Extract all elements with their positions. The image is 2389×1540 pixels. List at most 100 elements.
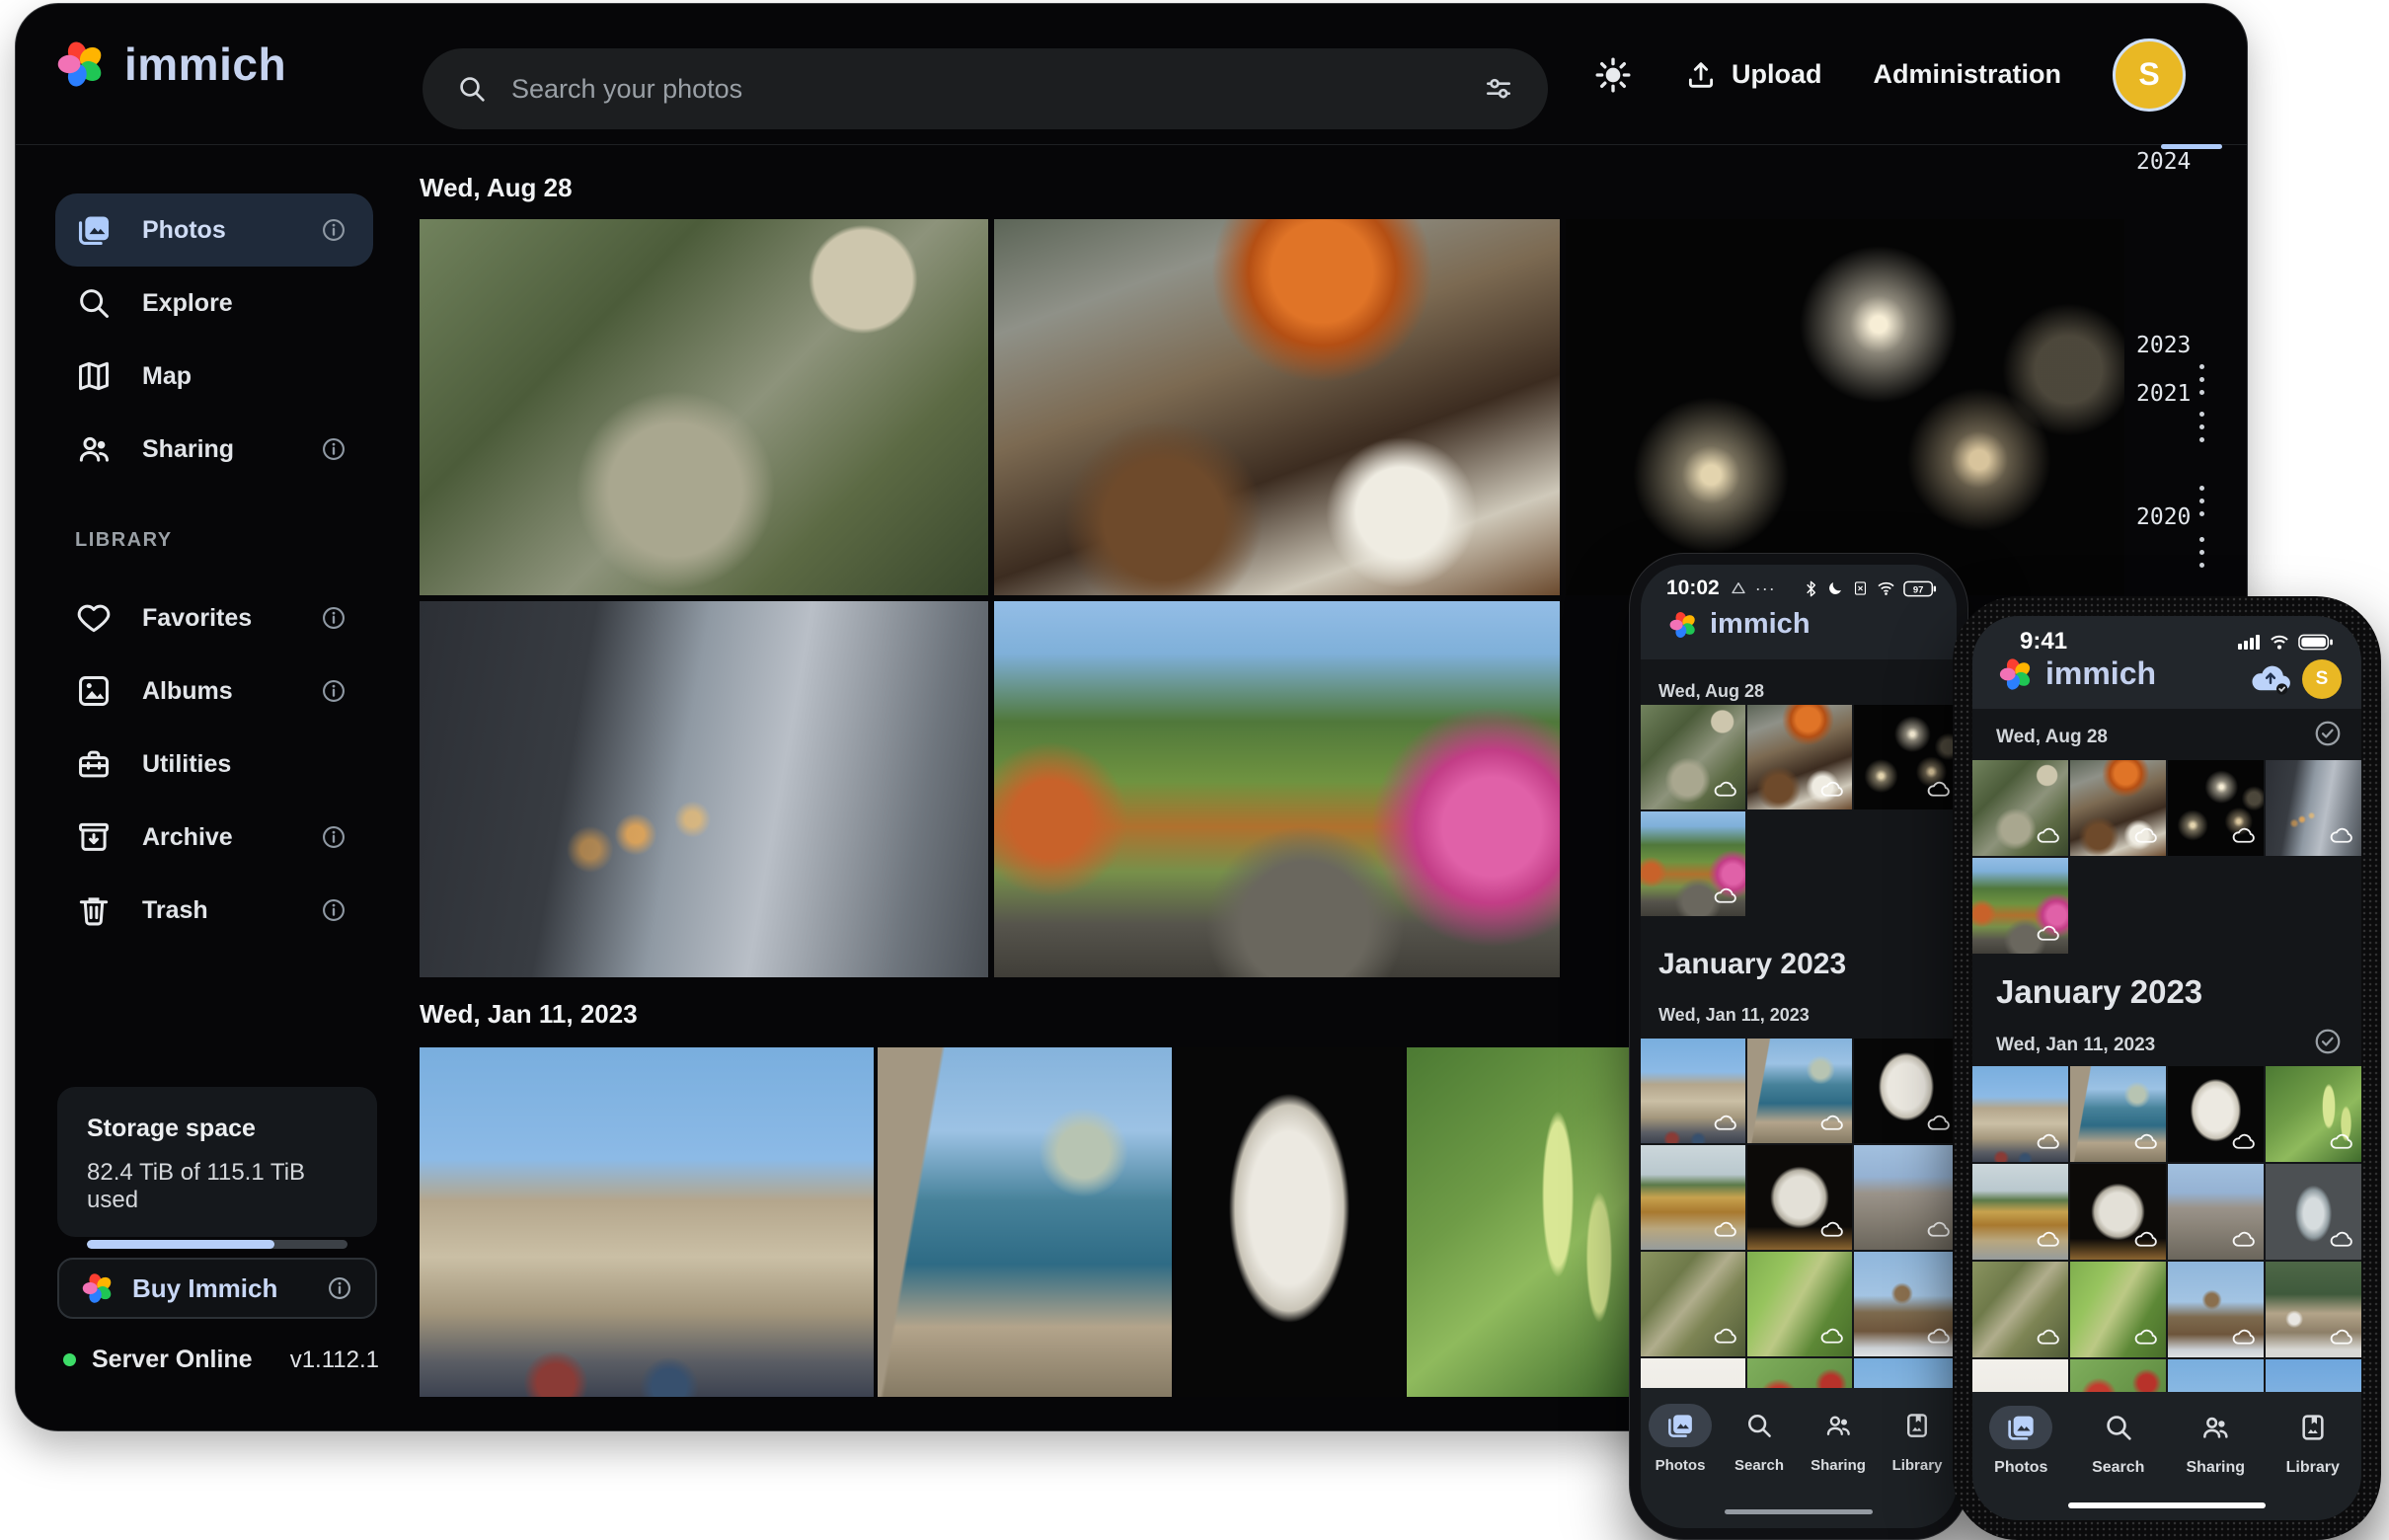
filter-sliders-icon[interactable] (1483, 73, 1514, 105)
sidebar-item-utilities[interactable]: Utilities (55, 728, 373, 801)
storage-usage: 82.4 TiB of 115.1 TiB used (87, 1159, 347, 1214)
photo-sculpt2[interactable] (1747, 1145, 1852, 1250)
cloud-sync-icon (1926, 1324, 1951, 1348)
cloud-sync-icon (2133, 1227, 2158, 1252)
nav-item-search[interactable]: Search (1728, 1404, 1791, 1474)
home-indicator[interactable] (1725, 1509, 1873, 1514)
photo-wall[interactable] (1854, 1145, 1957, 1250)
photo-church[interactable] (1854, 1252, 1957, 1356)
photo-park[interactable] (1641, 811, 1745, 916)
photo-wall[interactable] (2168, 1164, 2264, 1260)
cloud-sync-icon (1713, 1217, 1737, 1242)
theme-toggle-sun-icon[interactable] (1593, 55, 1633, 95)
server-version: v1.112.1 (290, 1347, 379, 1374)
albums-icon (75, 672, 113, 710)
phone2-status-bar: 9:41 (1972, 628, 2361, 655)
photo-bust[interactable] (1176, 1047, 1403, 1397)
photo-lizard1[interactable] (1641, 1252, 1745, 1356)
info-icon[interactable] (320, 823, 347, 851)
cloud-sync-icon (2329, 823, 2353, 848)
search-input[interactable] (511, 74, 1459, 105)
photo-jungle[interactable] (420, 219, 988, 595)
photo-hands[interactable] (2266, 760, 2361, 856)
user-avatar[interactable]: S (2302, 659, 2342, 699)
photo-fireworks[interactable] (2168, 760, 2264, 856)
sidebar-item-photos[interactable]: Photos (55, 193, 373, 267)
cloud-sync-icon (1819, 777, 1844, 802)
timeline-year[interactable]: 2021 (2136, 381, 2191, 407)
photo-fortress[interactable] (420, 1047, 874, 1397)
info-icon[interactable] (320, 677, 347, 705)
sidebar-item-explore[interactable]: Explore (55, 267, 373, 340)
photo-lizard1[interactable] (1972, 1262, 2068, 1357)
timeline-dot (2199, 377, 2204, 382)
info-icon[interactable] (320, 435, 347, 463)
photo-village[interactable] (2266, 1262, 2361, 1357)
photo-bust[interactable] (2168, 1066, 2264, 1162)
timeline-year[interactable]: 2023 (2136, 333, 2191, 358)
photo-beach[interactable] (1641, 1145, 1745, 1250)
photo-trophy[interactable] (2266, 1164, 2361, 1260)
sidebar-item-archive[interactable]: Archive (55, 801, 373, 874)
select-check-icon[interactable] (2313, 719, 2343, 748)
timeline-year[interactable]: 2024 (2136, 149, 2191, 175)
photo-jungle[interactable] (1641, 705, 1745, 809)
cellular-bars-icon (2237, 633, 2261, 651)
nav-item-search[interactable]: Search (2087, 1406, 2150, 1477)
photo-grapes[interactable] (2266, 1066, 2361, 1162)
search-icon (1744, 1411, 1774, 1440)
cloud-sync-icon (1926, 1217, 1951, 1242)
info-icon[interactable] (326, 1274, 353, 1302)
nav-item-sharing[interactable]: Sharing (2184, 1406, 2247, 1477)
nav-item-photos[interactable]: Photos (1649, 1404, 1712, 1474)
photo-coastal[interactable] (2070, 1066, 2166, 1162)
photo-coastal[interactable] (878, 1047, 1172, 1397)
immich-logo-icon (55, 38, 107, 90)
phone2-grid-aug28 (1972, 760, 2361, 954)
photo-coastal[interactable] (1747, 1039, 1852, 1143)
info-icon[interactable] (320, 896, 347, 924)
nav-item-library[interactable]: Library (2281, 1406, 2345, 1477)
photo-park[interactable] (1972, 858, 2068, 954)
info-icon[interactable] (320, 604, 347, 632)
photo-bust[interactable] (1854, 1039, 1957, 1143)
photo-lizard2[interactable] (1747, 1252, 1852, 1356)
sidebar-item-map[interactable]: Map (55, 340, 373, 413)
sidebar-item-albums[interactable]: Albums (55, 654, 373, 728)
photo-jungle[interactable] (1972, 760, 2068, 856)
sidebar-item-trash[interactable]: Trash (55, 874, 373, 947)
search-icon (2103, 1412, 2134, 1443)
photo-dinner[interactable] (1747, 705, 1852, 809)
nav-item-sharing[interactable]: Sharing (1807, 1404, 1870, 1474)
photo-fortress[interactable] (1641, 1039, 1745, 1143)
photo-lizard2[interactable] (2070, 1262, 2166, 1357)
nav-item-library[interactable]: Library (1886, 1404, 1949, 1474)
wifi-icon (1877, 580, 1895, 596)
photo-fireworks[interactable] (1854, 705, 1957, 809)
timeline-year[interactable]: 2020 (2136, 504, 2191, 530)
nav-item-photos[interactable]: Photos (1989, 1406, 2052, 1477)
sidebar-item-favorites[interactable]: Favorites (55, 581, 373, 654)
photo-church[interactable] (2168, 1262, 2264, 1357)
photo-fortress[interactable] (1972, 1066, 2068, 1162)
photo-grapes[interactable] (1407, 1047, 1636, 1397)
photo-fireworks[interactable] (1566, 219, 2124, 595)
info-icon[interactable] (320, 216, 347, 244)
photo-dinner[interactable] (2070, 760, 2166, 856)
upload-button[interactable]: Upload (1684, 58, 1822, 92)
backup-cloud-icon[interactable] (2249, 659, 2292, 697)
photo-dinner[interactable] (994, 219, 1560, 595)
sidebar-item-sharing[interactable]: Sharing (55, 413, 373, 486)
home-indicator[interactable] (2068, 1502, 2266, 1508)
search-bar[interactable] (423, 48, 1548, 129)
brand[interactable]: immich (55, 38, 286, 91)
photo-sculpt2[interactable] (2070, 1164, 2166, 1260)
date-group-header: Wed, Jan 11, 2023 (1658, 1005, 1810, 1026)
photo-park[interactable] (994, 601, 1560, 977)
buy-immich-button[interactable]: Buy Immich (57, 1258, 377, 1319)
photo-hands[interactable] (420, 601, 988, 977)
select-check-icon[interactable] (2313, 1027, 2343, 1056)
user-avatar[interactable]: S (2113, 38, 2186, 112)
photo-beach[interactable] (1972, 1164, 2068, 1260)
administration-link[interactable]: Administration (1873, 59, 2061, 90)
